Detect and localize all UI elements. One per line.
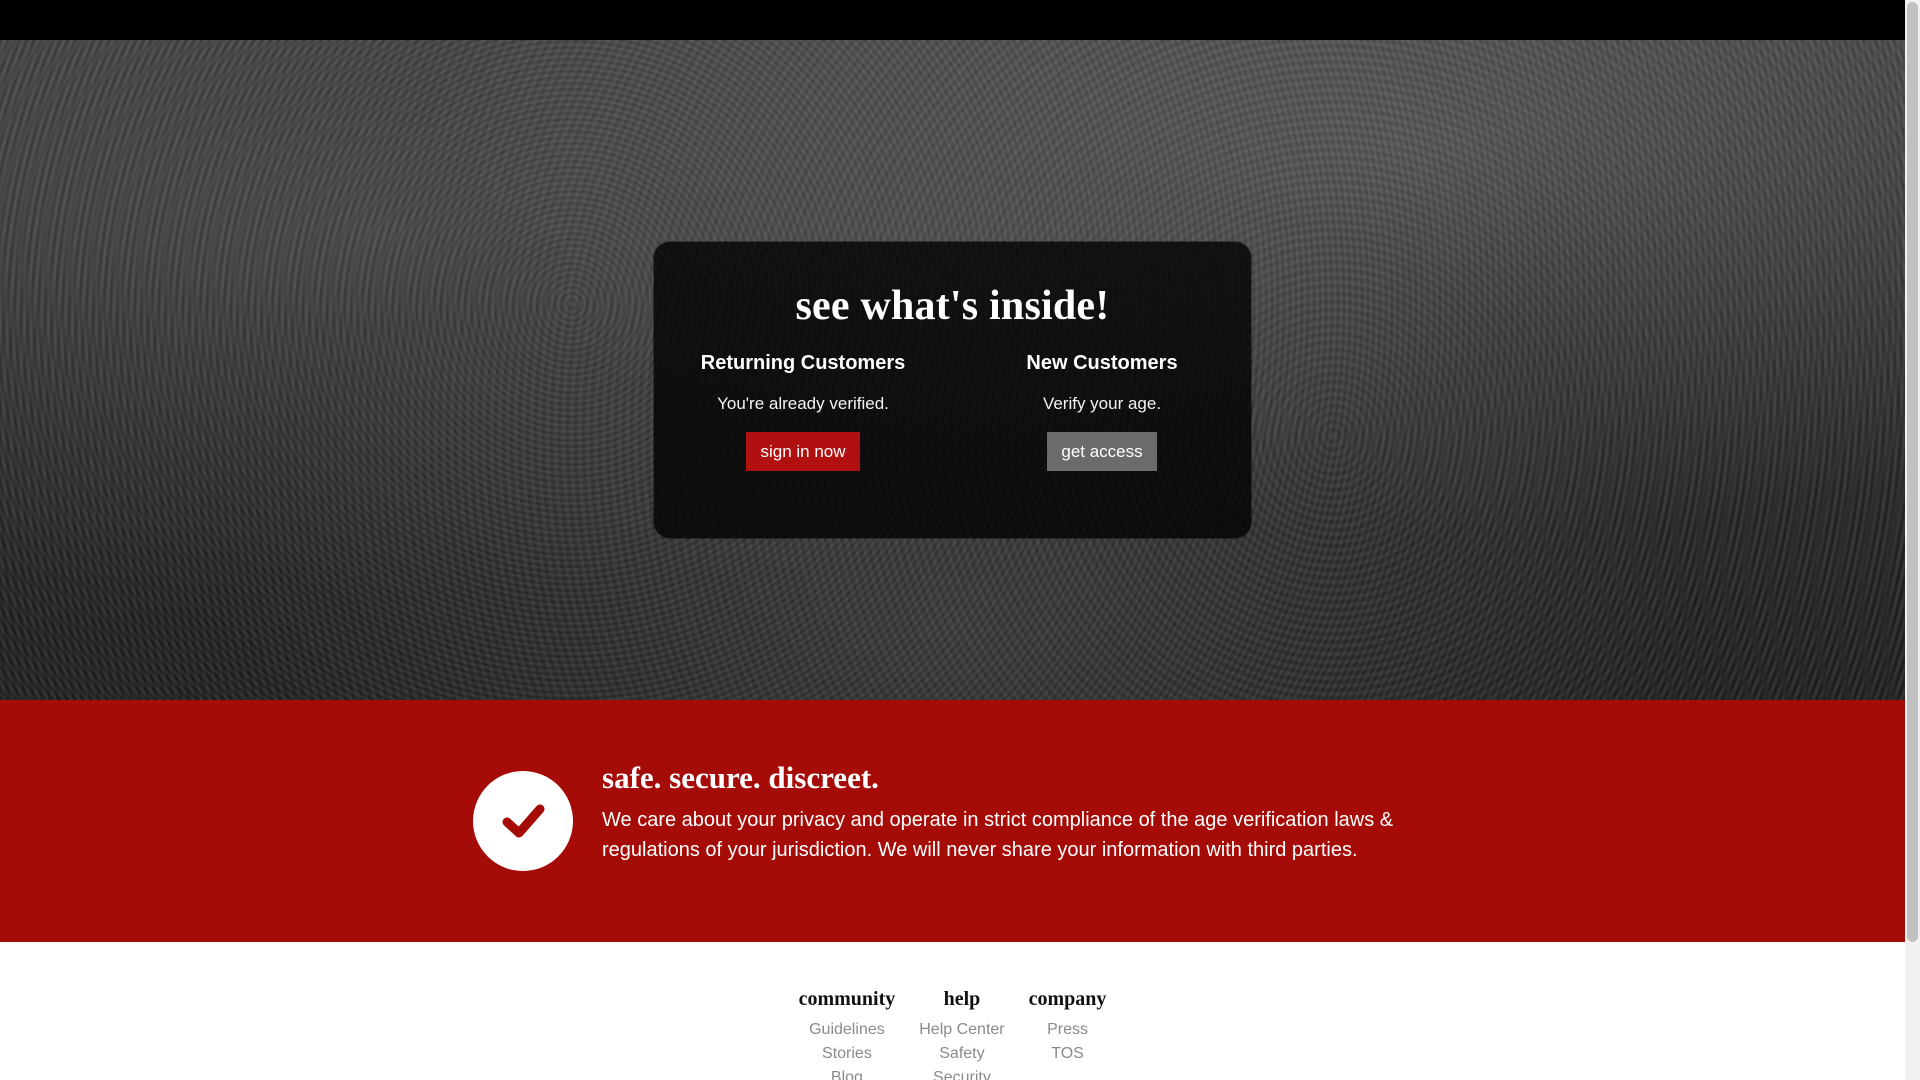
footer-columns: community Guidelines Stories Blog help H… <box>0 986 1905 1080</box>
returning-customers-heading: Returning Customers <box>700 352 906 374</box>
new-customers-text: Verify your age. <box>1042 394 1162 413</box>
footer-column-title: community <box>798 988 896 1010</box>
trust-title: safe. secure. discreet. <box>602 760 879 795</box>
footer-column-help: help Help Center Safety Security <box>919 986 1004 1080</box>
footer-link-blog[interactable]: Blog <box>799 1066 896 1080</box>
footer-link-stories[interactable]: Stories <box>799 1042 896 1066</box>
checkmark-icon <box>473 771 573 871</box>
returning-customers-text: You're already verified. <box>717 394 889 413</box>
age-gate-card: see what's inside! Returning Customers Y… <box>654 242 1251 538</box>
card-title: see what's inside! <box>795 283 1110 329</box>
vertical-scrollbar[interactable] <box>1905 0 1920 1080</box>
footer-link-security[interactable]: Security <box>919 1066 1004 1080</box>
footer-link-safety[interactable]: Safety <box>919 1042 1004 1066</box>
footer-link-help-center[interactable]: Help Center <box>919 1018 1004 1042</box>
trust-body: We care about your privacy and operate i… <box>602 809 1394 861</box>
sign-in-button[interactable]: sign in now <box>746 432 860 471</box>
footer-links: Help Center Safety Security <box>919 1018 1004 1080</box>
footer-link-press[interactable]: Press <box>1029 1018 1107 1042</box>
new-customers-column: New Customers Verify your age. get acces… <box>953 348 1251 471</box>
footer-column-title: help <box>943 988 981 1010</box>
footer-links: Press TOS <box>1029 1018 1107 1066</box>
footer-link-tos[interactable]: TOS <box>1029 1042 1107 1066</box>
page: see what's inside! Returning Customers Y… <box>0 0 1920 1080</box>
footer-links: Guidelines Stories Blog <box>799 1018 896 1080</box>
footer-link-guidelines[interactable]: Guidelines <box>799 1018 896 1042</box>
footer-column-company: company Press TOS <box>1029 986 1107 1066</box>
footer-column-title: company <box>1028 988 1107 1010</box>
top-bar <box>0 0 1905 40</box>
get-access-button[interactable]: get access <box>1047 432 1157 471</box>
scrollbar-thumb[interactable] <box>1907 2 1918 942</box>
footer: community Guidelines Stories Blog help H… <box>0 942 1905 1080</box>
new-customers-heading: New Customers <box>1026 352 1178 374</box>
footer-column-community: community Guidelines Stories Blog <box>799 986 896 1080</box>
returning-customers-column: Returning Customers You're already verif… <box>654 348 952 471</box>
